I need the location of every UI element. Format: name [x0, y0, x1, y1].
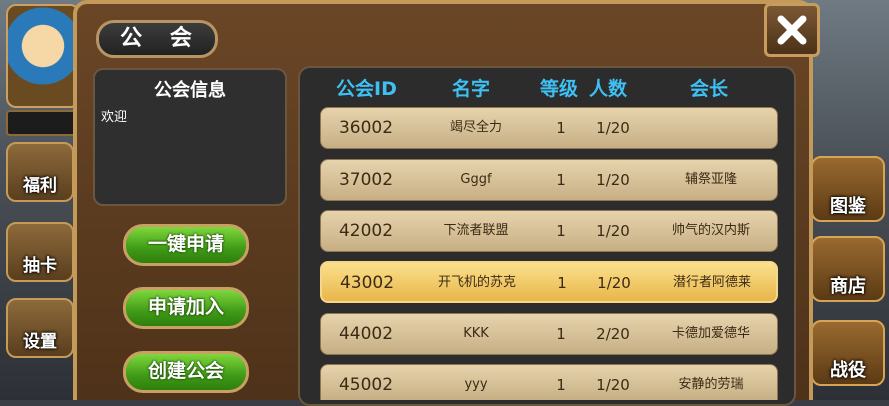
guild-level: 1 — [556, 325, 566, 343]
guild-leader: 卡德加爱德华 — [671, 326, 750, 341]
guild-level: 1 — [557, 274, 567, 292]
guild-member-count: 1/20 — [596, 376, 630, 394]
guild-member-count: 1/20 — [596, 119, 630, 137]
guild-info-box: 公会信息 欢迎 — [93, 68, 287, 206]
guild-level: 1 — [556, 171, 566, 189]
guild-id: 45002 — [338, 375, 394, 395]
header-level: 等级 — [540, 78, 579, 100]
guild-member-count: 2/20 — [596, 325, 630, 343]
apply-join-button[interactable]: 申请加入 — [123, 287, 249, 329]
guild-name: yyy — [464, 377, 488, 392]
guild-id: 37002 — [338, 170, 394, 190]
guild-id: 42002 — [338, 221, 394, 241]
guild-row[interactable]: 44002 KKK 1 2/20 卡德加爱德华 — [320, 313, 778, 355]
campaign-button[interactable]: 战役 — [811, 320, 885, 386]
player-bar — [6, 110, 82, 136]
guild-name: 竭尽全力 — [449, 120, 502, 135]
codex-button[interactable]: 图鉴 — [811, 156, 885, 222]
settings-button[interactable]: 设置 — [6, 298, 74, 358]
guild-info-text: 欢迎 — [101, 110, 128, 125]
guild-name: Gggf — [460, 172, 492, 187]
header-count: 人数 — [589, 78, 628, 100]
guild-row[interactable]: 37002 Gggf 1 1/20 辅祭亚隆 — [320, 159, 778, 201]
close-button[interactable] — [764, 3, 820, 57]
guild-member-count: 1/20 — [596, 222, 630, 240]
guild-row[interactable]: 45002 yyy 1 1/20 安静的劳瑞 — [320, 364, 778, 400]
panel-title: 公 会 — [96, 20, 218, 58]
draw-card-button[interactable]: 抽卡 — [6, 222, 74, 282]
welfare-button[interactable]: 福利 — [6, 142, 74, 202]
guild-member-count: 1/20 — [597, 274, 631, 292]
shop-button[interactable]: 商店 — [811, 236, 885, 302]
left-sidebar: 福利 抽卡 设置 — [0, 0, 82, 400]
guild-leader: 辅祭亚隆 — [684, 172, 737, 187]
guild-row[interactable]: 42002 下流者联盟 1 1/20 帅气的汉内斯 — [320, 210, 778, 252]
guild-level: 1 — [556, 222, 566, 240]
guild-leader: 安静的劳瑞 — [678, 377, 744, 392]
guild-leader: 潜行者阿德莱 — [672, 275, 751, 290]
quick-apply-button[interactable]: 一键申请 — [123, 224, 249, 266]
guild-id: 43002 — [339, 273, 395, 293]
codex-label: 图鉴 — [830, 196, 866, 217]
guild-name: 开飞机的苏克 — [437, 275, 516, 290]
guild-row[interactable]: 36002 竭尽全力 1 1/20 — [320, 107, 778, 149]
welfare-label: 福利 — [23, 176, 57, 196]
settings-label: 设置 — [23, 332, 57, 352]
shop-label: 商店 — [830, 276, 866, 297]
guild-leader: 帅气的汉内斯 — [671, 223, 750, 238]
create-guild-button[interactable]: 创建公会 — [123, 351, 249, 393]
draw-card-label: 抽卡 — [23, 256, 57, 276]
header-name: 名字 — [452, 78, 491, 100]
guild-name: 下流者联盟 — [443, 223, 509, 238]
guild-info-title: 公会信息 — [154, 80, 226, 101]
right-sidebar: 图鉴 商店 战役 — [809, 0, 889, 400]
guild-id: 44002 — [338, 324, 394, 344]
close-icon — [777, 15, 807, 45]
guild-member-count: 1/20 — [596, 171, 630, 189]
guild-leader — [651, 108, 771, 148]
guild-level: 1 — [556, 376, 566, 394]
header-leader: 会长 — [690, 78, 729, 100]
player-avatar[interactable] — [6, 4, 80, 108]
guild-name: KKK — [463, 326, 489, 341]
guild-level: 1 — [556, 119, 566, 137]
guild-row-selected[interactable]: 43002 开飞机的苏克 1 1/20 潜行者阿德莱 — [320, 261, 778, 303]
header-guild-id: 公会ID — [336, 78, 397, 100]
guild-id: 36002 — [338, 118, 394, 138]
campaign-label: 战役 — [830, 360, 866, 381]
